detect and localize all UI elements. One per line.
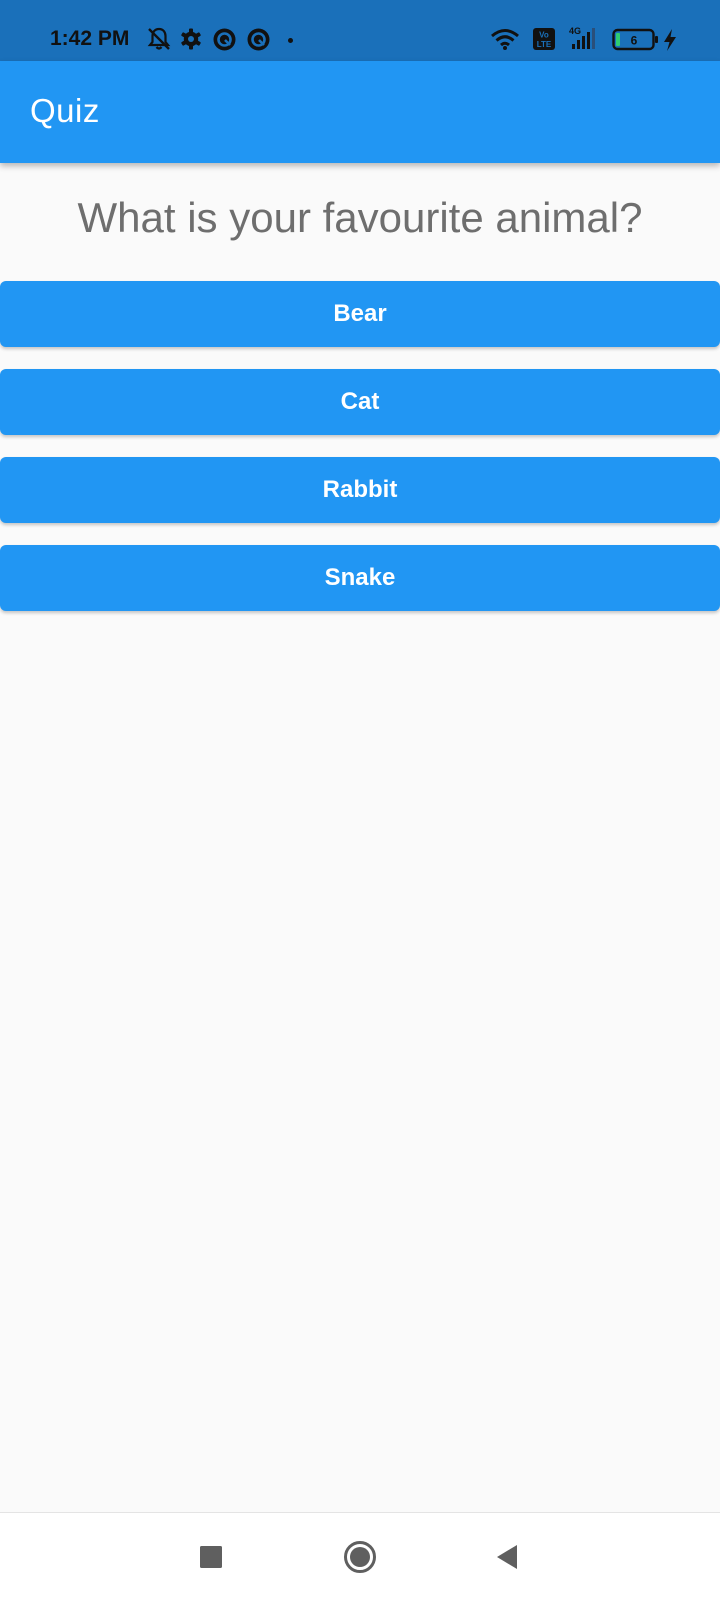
app-title: Quiz	[30, 92, 100, 129]
svg-text:Vo: Vo	[539, 31, 549, 40]
answer-button-rabbit[interactable]: Rabbit	[0, 457, 720, 523]
recents-button[interactable]	[171, 1513, 251, 1601]
volte-icon: Vo LTE	[533, 28, 555, 50]
answer-button-cat[interactable]: Cat	[0, 369, 720, 435]
answer-button-bear[interactable]: Bear	[0, 281, 720, 347]
home-circle-icon	[344, 1541, 376, 1573]
back-button[interactable]	[467, 1513, 547, 1601]
recents-square-icon	[200, 1546, 222, 1568]
battery-level-text: 6	[631, 34, 638, 48]
svg-text:LTE: LTE	[537, 40, 552, 49]
signal-icon: 4G	[569, 26, 595, 49]
settings-gear-icon	[181, 28, 201, 50]
status-time: 1:42 PM	[50, 27, 130, 50]
answer-button-snake[interactable]: Snake	[0, 545, 720, 611]
charging-bolt-icon	[664, 29, 676, 51]
svg-text:4G: 4G	[569, 26, 581, 36]
navigation-bar	[0, 1512, 720, 1601]
home-button[interactable]	[320, 1513, 400, 1601]
back-triangle-icon	[497, 1545, 517, 1569]
status-bar: 1:42 PM Vo LTE 4G 6	[0, 0, 720, 61]
app-notification-icon	[247, 28, 270, 51]
app-notification-icon	[213, 28, 236, 51]
wifi-icon	[491, 29, 519, 50]
question-text: What is your favourite animal?	[77, 194, 643, 241]
app-bar: Quiz	[0, 61, 720, 163]
battery-icon: 6	[612, 28, 658, 51]
more-notifications-dot	[288, 38, 293, 43]
notifications-off-icon	[147, 27, 171, 50]
